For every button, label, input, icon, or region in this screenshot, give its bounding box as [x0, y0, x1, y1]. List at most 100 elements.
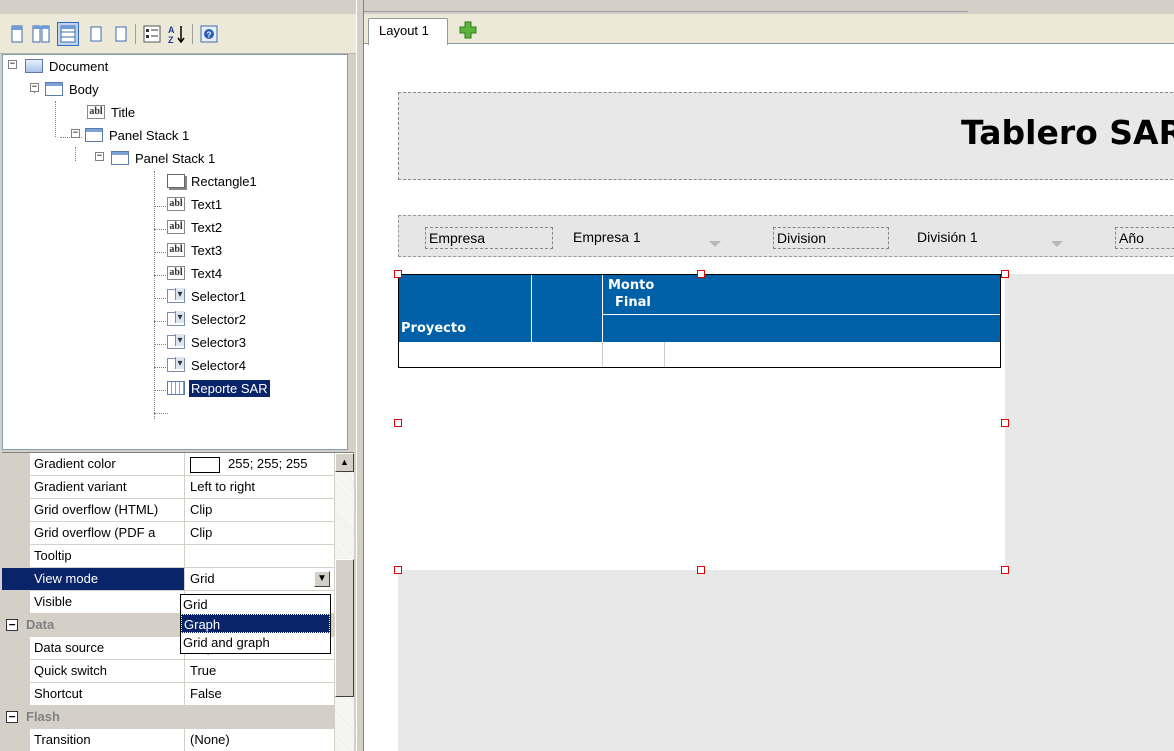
reporte-sar-grid[interactable]: Proyecto Monto Final: [398, 274, 1001, 368]
help-icon[interactable]: ?: [198, 22, 220, 46]
property-scrollbar[interactable]: ▲: [334, 453, 354, 751]
dropdown-arrow-icon[interactable]: ▼: [314, 571, 330, 587]
svg-text:Z: Z: [168, 35, 174, 44]
document-tree[interactable]: − − − − Document Body abl Title Panel St…: [2, 54, 348, 450]
prop-transition[interactable]: Transition (None): [2, 729, 334, 751]
tree-node-panel-stack[interactable]: Panel Stack 1: [85, 124, 191, 146]
prop-name: Shortcut: [2, 683, 185, 705]
tree-connector: [154, 229, 168, 230]
prop-name: Visible: [2, 591, 185, 613]
prop-grid-overflow-pdf[interactable]: Grid overflow (PDF a Clip: [2, 522, 334, 545]
prop-value[interactable]: Clip: [186, 522, 334, 544]
filter-panel[interactable]: Empresa Empresa 1 Division División 1 Añ…: [398, 215, 1174, 257]
view-mode-select[interactable]: Grid ▼: [186, 568, 332, 590]
chevron-down-icon[interactable]: [709, 241, 721, 247]
text-icon: abl: [167, 266, 185, 280]
col-final-label: Final: [615, 295, 651, 310]
category-label: Flash: [26, 709, 60, 724]
resize-handle[interactable]: [1001, 419, 1009, 427]
option-graph[interactable]: Graph: [181, 614, 330, 633]
prop-tooltip[interactable]: Tooltip: [2, 545, 334, 568]
layout-columns-icon[interactable]: [30, 22, 52, 46]
resize-handle[interactable]: [394, 566, 402, 574]
tree-node-label: Body: [69, 81, 99, 97]
prop-gradient-color[interactable]: Gradient color 255; 255; 255: [2, 453, 334, 476]
page-blank-icon[interactable]: [110, 22, 132, 46]
option-grid-and-graph[interactable]: Grid and graph: [181, 633, 330, 652]
tree-node-text1[interactable]: abl Text1: [167, 193, 224, 215]
tree-node-rectangle1[interactable]: Rectangle1: [167, 170, 259, 192]
resize-handle[interactable]: [697, 566, 705, 574]
empresa-label: Empresa: [425, 227, 553, 249]
tree-node-selector3[interactable]: Selector3: [167, 331, 248, 353]
prop-shortcut[interactable]: Shortcut False: [2, 683, 334, 706]
prop-name: Data source: [2, 637, 185, 659]
prop-grid-overflow-html[interactable]: Grid overflow (HTML) Clip: [2, 499, 334, 522]
col-proyecto-label: Proyecto: [401, 321, 467, 336]
prop-value[interactable]: 255; 255; 255: [186, 453, 334, 475]
prop-value[interactable]: False: [186, 683, 334, 705]
view-mode-dropdown-list[interactable]: Grid Graph Grid and graph: [180, 594, 331, 654]
collapse-toggle[interactable]: −: [95, 152, 104, 161]
prop-quick-switch[interactable]: Quick switch True: [2, 660, 334, 683]
selector-icon: [167, 357, 185, 372]
category-flash[interactable]: − Flash: [2, 706, 334, 729]
collapse-toggle[interactable]: −: [71, 129, 80, 138]
tree-node-selector1[interactable]: Selector1: [167, 285, 248, 307]
tab-layout-1[interactable]: Layout 1: [368, 18, 448, 45]
tree-connector: [154, 344, 168, 345]
layout-rows-icon[interactable]: [57, 22, 79, 46]
tree-node-text4[interactable]: abl Text4: [167, 262, 224, 284]
categorized-icon[interactable]: [141, 22, 163, 46]
canvas-background-bottom: [398, 570, 1174, 751]
layout-vertical-icon[interactable]: [6, 22, 28, 46]
tree-node-text2[interactable]: abl Text2: [167, 216, 224, 238]
prop-value[interactable]: True: [186, 660, 334, 682]
add-layout-icon[interactable]: [459, 21, 477, 39]
page-icon[interactable]: [85, 22, 107, 46]
tree-node-selector4[interactable]: Selector4: [167, 354, 248, 376]
panel-icon: [111, 151, 129, 165]
tree-node-label: Selector1: [191, 288, 246, 304]
division-selector[interactable]: División 1: [917, 225, 1097, 249]
design-canvas[interactable]: Tablero SAR Empresa Empresa 1 Division D…: [364, 45, 1174, 751]
svg-text:A: A: [168, 25, 175, 35]
sort-az-icon[interactable]: AZ: [166, 22, 188, 46]
tree-node-body[interactable]: Body: [45, 78, 101, 100]
resize-handle[interactable]: [394, 419, 402, 427]
collapse-toggle[interactable]: −: [30, 83, 39, 92]
prop-view-mode[interactable]: View mode Grid ▼: [2, 568, 334, 591]
tree-node-selector2[interactable]: Selector2: [167, 308, 248, 330]
empresa-selector[interactable]: Empresa 1: [573, 225, 733, 249]
prop-value[interactable]: (None): [186, 729, 334, 751]
title-panel[interactable]: Tablero SAR: [398, 92, 1174, 180]
tree-node-reporte-sar[interactable]: Reporte SAR: [167, 377, 270, 399]
tree-node-panel-stack-inner[interactable]: Panel Stack 1: [111, 147, 217, 169]
prop-value[interactable]: [186, 545, 334, 567]
resize-handle[interactable]: [394, 270, 402, 278]
tree-connector: [154, 252, 168, 253]
collapse-toggle[interactable]: −: [8, 60, 17, 69]
resize-handle[interactable]: [1001, 566, 1009, 574]
document-icon: [25, 59, 43, 73]
chevron-down-icon[interactable]: [1051, 241, 1063, 247]
resize-handle[interactable]: [697, 270, 705, 278]
report-header: Proyecto Monto Final: [399, 275, 1000, 342]
scroll-up-icon[interactable]: ▲: [335, 453, 354, 472]
layout-tabs: Layout 1: [364, 14, 1174, 45]
resize-handle[interactable]: [1001, 270, 1009, 278]
left-pane: AZ ? − − − − Document Body abl Title Pan…: [0, 0, 356, 751]
tree-node-text3[interactable]: abl Text3: [167, 239, 224, 261]
layout-designer: Layout 1 Tablero SAR Empresa Empresa 1 D…: [364, 14, 1174, 751]
pane-splitter[interactable]: [356, 0, 364, 751]
tree-node-label: Selector2: [191, 311, 246, 327]
tree-node-document[interactable]: Document: [25, 55, 110, 77]
prop-value[interactable]: Left to right: [186, 476, 334, 498]
tree-node-label: Selector4: [191, 357, 246, 373]
option-grid[interactable]: Grid: [181, 595, 330, 614]
tree-node-title[interactable]: abl Title: [87, 101, 137, 123]
scroll-thumb[interactable]: [335, 559, 354, 697]
color-swatch: [190, 456, 220, 473]
prop-value[interactable]: Clip: [186, 499, 334, 521]
prop-gradient-variant[interactable]: Gradient variant Left to right: [2, 476, 334, 499]
